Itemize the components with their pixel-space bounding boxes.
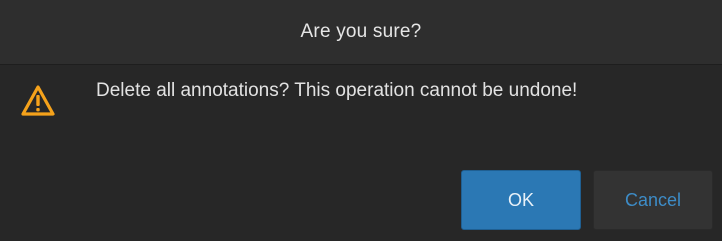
dialog-title: Are you sure? — [300, 21, 422, 42]
confirm-dialog: Are you sure? Delete all annotations? Th… — [0, 0, 722, 241]
cancel-button-label: Cancel — [624, 189, 682, 210]
cancel-button[interactable]: Cancel — [593, 170, 713, 230]
dialog-titlebar: Are you sure? — [0, 0, 722, 65]
ok-button-label: OK — [507, 189, 534, 210]
ok-button[interactable]: OK — [461, 170, 581, 230]
warning-icon — [21, 85, 55, 116]
dialog-message: Delete all annotations? This operation c… — [96, 80, 578, 101]
